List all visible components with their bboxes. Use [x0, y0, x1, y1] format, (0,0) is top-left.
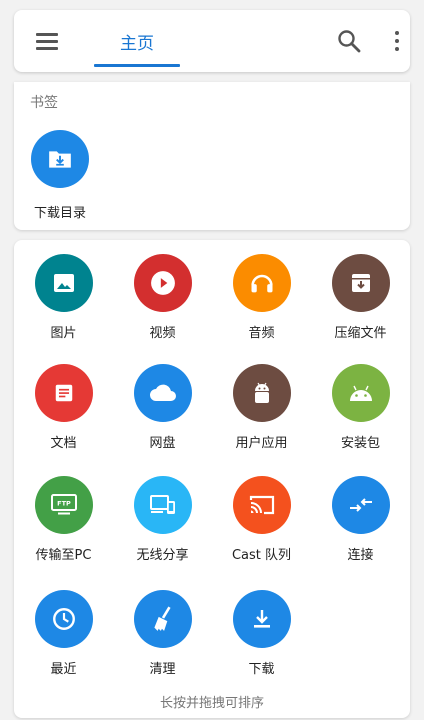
svg-text:FTP: FTP — [57, 500, 71, 508]
search-icon[interactable] — [336, 28, 362, 54]
tile-label: 音频 — [248, 326, 275, 341]
tile-label: 安装包 — [340, 436, 380, 451]
tile-transfer-to-pc[interactable]: FTP 传输至PC — [14, 476, 113, 563]
bookmarks-title: 书签 — [30, 95, 58, 111]
more-options-icon[interactable] — [386, 28, 408, 54]
menu-icon[interactable] — [34, 28, 62, 54]
download-folder-icon — [31, 130, 89, 188]
tile-cast-queue[interactable]: Cast 队列 — [212, 476, 311, 563]
tile-label: 用户应用 — [235, 436, 288, 451]
android-icon — [331, 364, 390, 422]
clock-icon — [34, 590, 93, 648]
tile-label: 图片 — [50, 326, 77, 341]
tile-downloads[interactable]: 下载 — [212, 590, 311, 677]
tools-grid: 图片 视频 音频 压缩文件 文档 网盘 用户应用 安装包 FTP 传输至PC 无… — [14, 240, 410, 718]
document-icon — [34, 364, 93, 422]
image-icon — [34, 254, 93, 312]
tile-user-apps[interactable]: 用户应用 — [212, 364, 311, 451]
tile-label: 文档 — [50, 436, 77, 451]
broom-icon — [133, 590, 192, 648]
tile-documents[interactable]: 文档 — [14, 364, 113, 451]
bookmark-label: 下载目录 — [33, 206, 86, 221]
tile-images[interactable]: 图片 — [14, 254, 113, 341]
play-icon — [133, 254, 192, 312]
tile-audio[interactable]: 音频 — [212, 254, 311, 341]
tile-videos[interactable]: 视频 — [113, 254, 212, 341]
tile-connect[interactable]: 连接 — [311, 476, 410, 563]
tile-label: 无线分享 — [136, 548, 189, 563]
ftp-monitor-icon: FTP — [34, 476, 93, 534]
tile-wireless-share[interactable]: 无线分享 — [113, 476, 212, 563]
archive-icon — [331, 254, 390, 312]
connect-arrows-icon — [331, 476, 390, 534]
reorder-hint: 长按并拖拽可排序 — [159, 696, 264, 711]
android-icon — [232, 364, 291, 422]
tab-home[interactable]: 主页 — [94, 10, 180, 72]
tile-label: 视频 — [149, 326, 176, 341]
cloud-icon — [133, 364, 192, 422]
tile-label: 下载 — [248, 662, 275, 677]
tile-label: 连接 — [347, 548, 374, 563]
bookmark-download-folder[interactable]: 下载目录 — [26, 130, 94, 221]
top-app-bar: 主页 — [14, 10, 410, 72]
tile-label: 传输至PC — [35, 548, 92, 563]
tile-apks[interactable]: 安装包 — [311, 364, 410, 451]
tile-archives[interactable]: 压缩文件 — [311, 254, 410, 341]
tile-label: Cast 队列 — [231, 548, 292, 563]
headphones-icon — [232, 254, 291, 312]
bookmarks-section: 书签 下载目录 — [14, 82, 410, 230]
devices-icon — [133, 476, 192, 534]
tile-clean[interactable]: 清理 — [113, 590, 212, 677]
tile-label: 压缩文件 — [334, 326, 387, 341]
tab-indicator — [94, 64, 180, 67]
tile-label: 最近 — [50, 662, 77, 677]
download-icon — [232, 590, 291, 648]
tile-label: 网盘 — [149, 436, 176, 451]
tile-cloud[interactable]: 网盘 — [113, 364, 212, 451]
tab-home-label: 主页 — [120, 33, 154, 54]
tile-label: 清理 — [149, 662, 176, 677]
tile-recent[interactable]: 最近 — [14, 590, 113, 677]
cast-icon — [232, 476, 291, 534]
